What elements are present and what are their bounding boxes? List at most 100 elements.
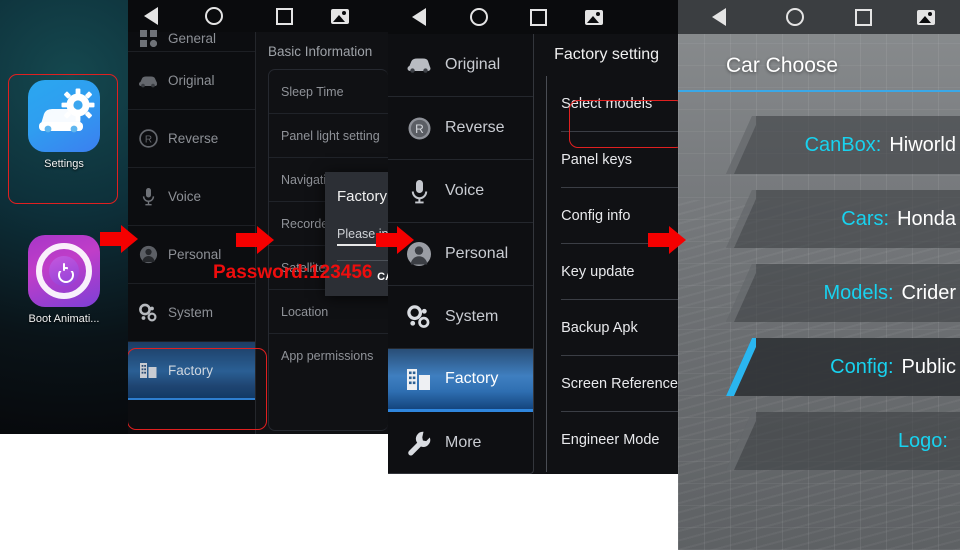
reverse-r-icon: R [406,115,432,141]
navbar-panel4 [678,0,960,34]
main-row-location[interactable]: Location [269,290,388,334]
sidebar-item-reverse[interactable]: R Reverse [388,97,534,160]
power-ring-outer [36,243,92,299]
settings-panel: General Original R Reverse Voice Persona… [128,0,388,434]
dialog-separator [337,260,388,261]
main-row-app-permissions[interactable]: App permissions [269,334,388,378]
microphone-icon [406,178,432,204]
recents-square-icon[interactable] [508,8,568,26]
row-value-config: Public [901,355,956,378]
row-text: Models: Crider [824,282,960,305]
factory-item-backup-apk[interactable]: Backup Apk [561,300,678,356]
sidebar-item-factory[interactable]: Factory [388,349,534,412]
svg-text:R: R [415,122,424,136]
svg-text:R: R [144,135,151,146]
home-circle-icon[interactable] [450,8,508,26]
row-value-canbox: Hiworld [889,133,956,156]
microphone-icon [138,187,158,207]
reverse-r-icon: R [138,129,158,149]
person-icon [138,245,158,265]
sidebar-item-factory-label: Factory [168,362,214,378]
sidebar-item-more[interactable]: More [388,412,533,474]
row-text: CanBox: Hiworld [805,134,960,157]
car-choose-row-config[interactable]: Config: Public [678,332,960,402]
car-choose-panel: Car Choose CanBox: Hiworld Cars: Honda M… [678,0,960,550]
app-boot-animation-label: Boot Animati... [28,313,100,325]
row-value-cars: Honda [897,207,956,230]
row-key-config: Config: [830,355,894,378]
sidebar-item-reverse[interactable]: R Reverse [128,110,255,168]
factory-item-engineer-mode[interactable]: Engineer Mode [561,412,678,468]
sidebar-item-system[interactable]: System [388,286,534,349]
home-circle-icon[interactable] [174,7,254,25]
sidebar-item-voice[interactable]: Voice [128,168,255,226]
row-key-canbox: CanBox: [804,133,882,156]
back-triangle-icon[interactable] [388,8,450,26]
sidebar-item-reverse-label: Reverse [168,131,219,146]
sidebar-item-factory[interactable]: Factory [128,342,255,400]
gears-icon [138,303,158,323]
row-key-models: Models: [823,281,894,304]
factory-sidebar: Original R Reverse Voice Personal System… [388,34,535,474]
factory-item-select-models[interactable]: Select models [561,76,678,132]
arrow-1 [100,225,139,253]
car-settings-icon [28,80,100,152]
arrow-3 [376,226,415,254]
sidebar-item-system[interactable]: System [128,284,255,342]
sidebar-item-original[interactable]: Original [128,52,255,110]
car-icon [138,71,158,91]
power-ring-inner [49,256,79,286]
sidebar-item-voice-label: Voice [445,182,485,199]
wrench-icon [406,430,432,456]
sidebar-item-voice[interactable]: Voice [388,160,534,223]
car-choose-body: Car Choose CanBox: Hiworld Cars: Honda M… [678,34,960,550]
row-text: Cars: Honda [841,208,960,231]
car-choose-title: Car Choose [726,54,839,77]
recents-square-icon[interactable] [830,8,896,26]
back-triangle-icon[interactable] [128,7,174,25]
factory-setting-panel: Original R Reverse Voice Personal System… [388,0,678,474]
factory-title: Factory setting [554,46,660,63]
gears-icon [406,304,432,330]
home-circle-icon[interactable] [760,8,830,26]
app-settings-label: Settings [44,158,84,170]
car-choose-divider [678,90,960,92]
factory-building-icon [138,360,158,380]
factory-item-screen-reference[interactable]: Screen Reference [561,356,678,412]
back-triangle-icon[interactable] [678,8,760,26]
row-key-logo: Logo: [897,429,948,452]
dialog-title: Factory [337,188,388,205]
main-row-sleep-time[interactable]: Sleep Time [269,70,388,114]
sidebar-item-more-label: More [445,434,482,451]
row-value-models: Crider [901,281,956,304]
navbar-panel3 [388,0,678,34]
main-row-panel-light-setting[interactable]: Panel light setting [269,114,388,158]
sidebar-item-personal-label: Personal [445,245,509,262]
factory-item-panel-keys[interactable]: Panel keys [561,132,678,188]
screenshot-root: Settings Boot Animati... General Origina… [0,0,960,550]
sidebar-item-general[interactable]: General [128,26,255,52]
sidebar-item-voice-label: Voice [168,189,202,204]
screenshot-icon[interactable] [314,8,366,24]
sidebar-item-original[interactable]: Original [388,34,534,97]
grid-general-icon [138,29,158,49]
power-symbol-icon [57,263,71,278]
factory-building-icon [406,366,432,392]
sidebar-item-system-label: System [168,305,214,320]
recents-square-icon[interactable] [254,7,314,25]
main-title: Basic Information [268,44,373,59]
password-note: Password:123456 [213,262,373,283]
screenshot-icon[interactable] [896,9,956,25]
app-settings[interactable]: Settings [0,80,128,170]
sidebar-item-personal-label: Personal [168,247,222,262]
car-choose-row-cars[interactable]: Cars: Honda [678,184,960,254]
factory-main: Factory setting Select models Panel keys… [534,34,678,474]
car-choose-row-logo[interactable]: Logo: [678,406,960,476]
car-choose-row-models[interactable]: Models: Crider [678,258,960,328]
screenshot-icon[interactable] [568,9,620,25]
car-choose-row-canbox[interactable]: CanBox: Hiworld [678,110,960,180]
row-text: Logo: [898,430,960,453]
factory-setting-body: Original R Reverse Voice Personal System… [388,34,678,474]
factory-list: Select models Panel keys Config info Key… [546,76,678,472]
power-ring-icon [28,235,100,307]
